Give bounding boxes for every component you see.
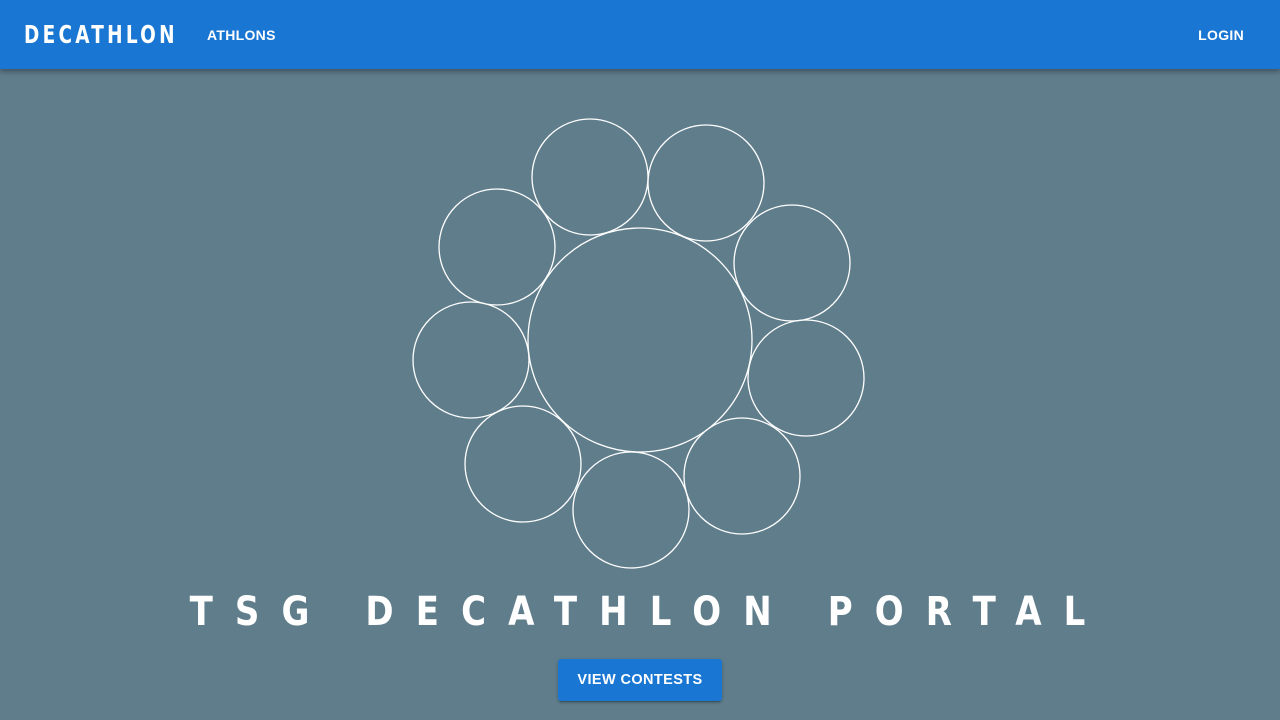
login-button[interactable]: LOGIN — [1182, 19, 1260, 51]
ring-circle — [733, 204, 851, 322]
decathlon-circles-logo-icon — [412, 118, 865, 569]
ring-circle — [438, 188, 556, 306]
ring-circle — [747, 319, 865, 437]
ring-circle — [412, 301, 530, 419]
ring-circle — [683, 417, 801, 535]
ring-circle — [464, 405, 582, 523]
ring-circle — [531, 118, 649, 236]
brand-logo-text[interactable]: DECATHLON — [24, 22, 175, 47]
nav-athlons-button[interactable]: ATHLONS — [191, 19, 292, 51]
page-title: TSG DECATHLON PORTAL — [189, 589, 1108, 635]
ring-circle — [647, 124, 765, 242]
center-circle — [527, 227, 753, 453]
ring-circle — [572, 451, 690, 569]
view-contests-button[interactable]: VIEW CONTESTS — [558, 659, 722, 701]
app-bar: DECATHLON ATHLONS LOGIN — [0, 0, 1280, 69]
